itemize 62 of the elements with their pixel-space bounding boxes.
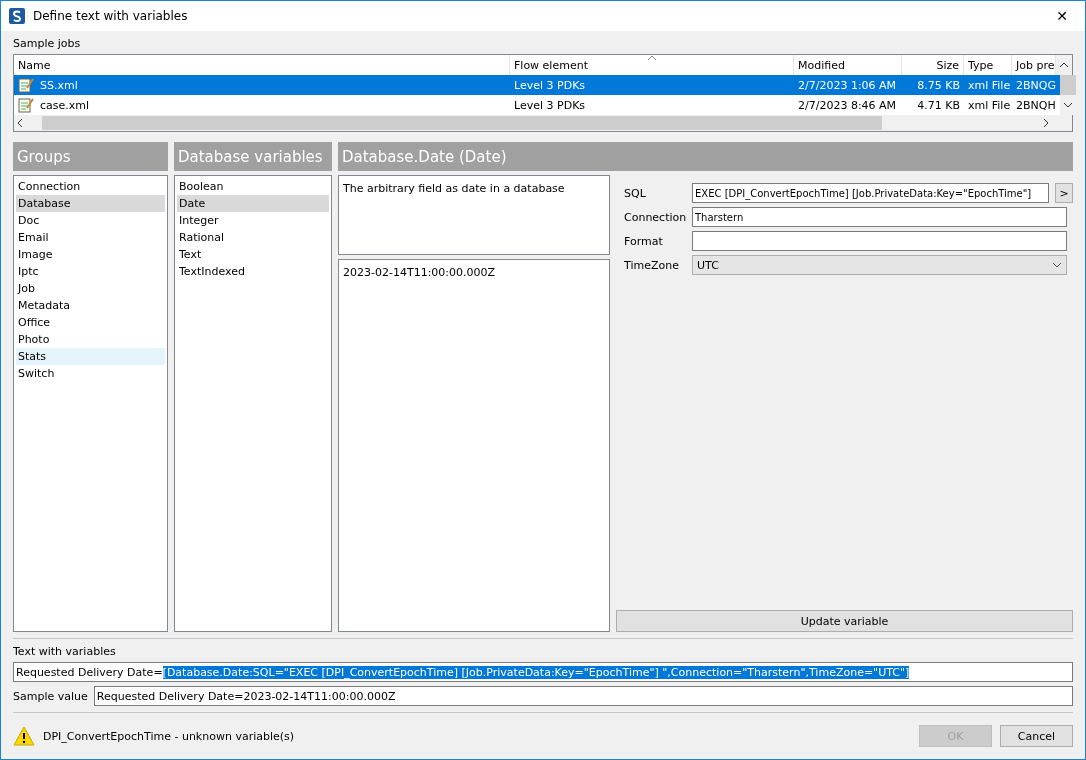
table-cell: Level 3 PDKs — [514, 98, 586, 112]
table-cell: 2BNQG — [1016, 78, 1056, 92]
group-item[interactable]: Database — [16, 195, 165, 212]
update-variable-button[interactable]: Update variable — [616, 610, 1073, 632]
field-label: Connection — [624, 210, 686, 224]
group-item[interactable]: Office — [16, 314, 165, 331]
sample-value-field[interactable]: Requested Delivery Date=2023-02-14T11:00:00.000Z — [93, 686, 1073, 706]
table-cell: Level 3 PDKs — [514, 78, 586, 92]
description-box: The arbitrary field as date in a database — [338, 175, 610, 255]
variable-item[interactable]: Text — [177, 246, 329, 263]
table-cell: xml File — [968, 78, 1011, 92]
group-item[interactable]: Job — [16, 280, 165, 297]
panel-header: Database.Date (Date) — [338, 142, 1073, 171]
input-field[interactable]: Tharstern — [692, 207, 1067, 227]
group-item[interactable]: Stats — [16, 348, 165, 365]
scrollbar-thumb[interactable] — [1059, 75, 1076, 95]
scrollbar-thumb[interactable] — [42, 116, 882, 130]
close-button[interactable]: ✕ — [1047, 8, 1077, 24]
chevron-down-icon — [1052, 262, 1062, 268]
variable-item[interactable]: TextIndexed — [177, 263, 329, 280]
group-item[interactable]: Metadata — [16, 297, 165, 314]
group-item[interactable]: Iptc — [16, 263, 165, 280]
insert-button[interactable]: > — [1055, 183, 1073, 203]
group-item[interactable]: Image — [16, 246, 165, 263]
field-label: Sample value — [13, 689, 88, 703]
table-cell: 8.75 KB — [917, 78, 960, 92]
document-pencil-icon — [18, 97, 34, 113]
text-with-variables-field[interactable]: Requested Delivery Date=[Database.Date:SQL="EXEC [DPI_ConvertEpochTime] [Job.PrivateData:Key="EpochTime"] ",Connection="Tharstern",TimeZone="UTC"] — [13, 662, 1073, 682]
dialog-button[interactable]: Cancel — [1000, 725, 1073, 747]
app-logo-icon — [9, 8, 25, 24]
scroll-down-icon[interactable] — [1062, 101, 1073, 109]
group-item[interactable]: Connection — [16, 178, 165, 195]
variable-item[interactable]: Rational — [177, 229, 329, 246]
value-box: 2023-02-14T11:00:00.000Z — [338, 259, 610, 632]
table-cell: 2BNQH — [1016, 98, 1056, 112]
window-title: Define text with variables — [33, 9, 189, 23]
table-cell: xml File — [968, 98, 1011, 112]
panel-header: Database variables — [174, 142, 332, 171]
timezone-select[interactable]: UTC — [692, 255, 1067, 275]
group-item[interactable]: Photo — [16, 331, 165, 348]
section-label: Sample jobs — [13, 37, 82, 50]
field-label: SQL — [624, 186, 647, 200]
group-item[interactable]: Switch — [16, 365, 165, 382]
section-label: Text with variables — [13, 645, 117, 658]
table-cell: SS.xml — [40, 78, 78, 92]
document-pencil-icon — [18, 77, 34, 93]
input-field[interactable]: EXEC [DPI_ConvertEpochTime] [Job.PrivateData:Key="EpochTime"] — [692, 183, 1049, 203]
field-label: Format — [624, 234, 664, 248]
group-item[interactable]: Email — [16, 229, 165, 246]
input-field[interactable] — [692, 231, 1067, 251]
variable-item[interactable]: Date — [177, 195, 329, 212]
group-item[interactable]: Doc — [16, 212, 165, 229]
field-label: TimeZone — [624, 258, 680, 272]
variable-item[interactable]: Integer — [177, 212, 329, 229]
table-cell: 4.71 KB — [917, 98, 960, 112]
table-cell: case.xml — [40, 98, 90, 112]
table-cell: 2/7/2023 1:06 AM — [798, 78, 897, 92]
variable-item[interactable]: Boolean — [177, 178, 329, 195]
status-message: DPI_ConvertEpochTime - unknown variable(s) — [43, 729, 296, 743]
scroll-up-icon[interactable] — [1059, 61, 1069, 69]
panel-header: Groups — [13, 142, 168, 171]
table-cell: 2/7/2023 8:46 AM — [798, 98, 897, 112]
